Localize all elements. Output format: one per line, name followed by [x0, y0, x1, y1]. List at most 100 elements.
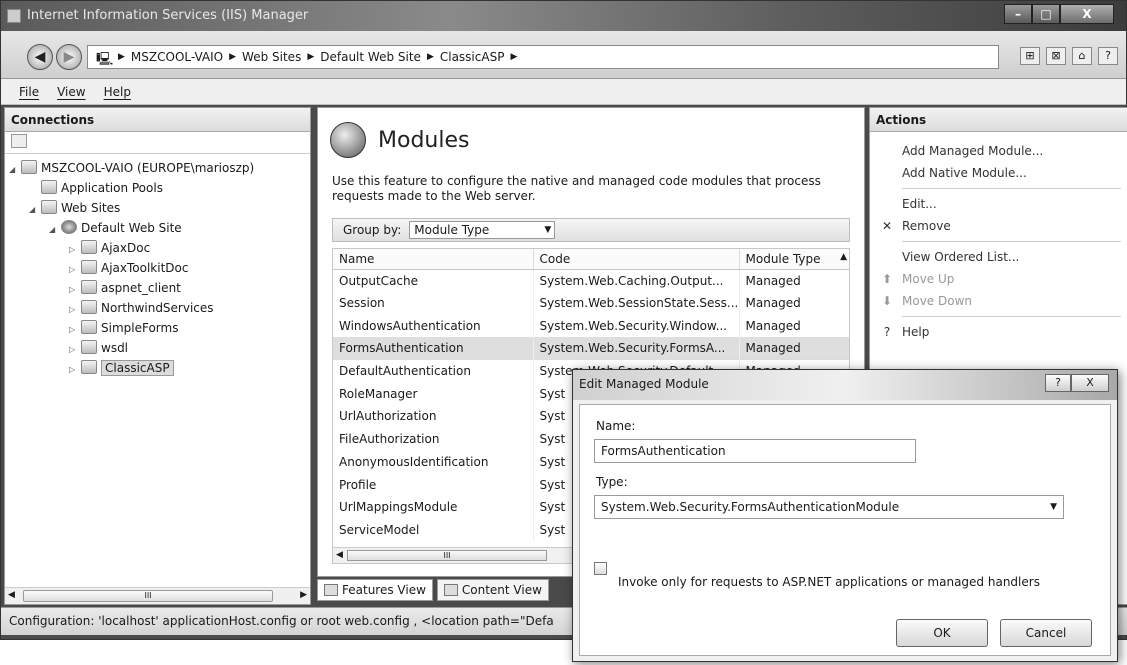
connections-tree: ◢ MSZCOOL-VAIO (EUROPE\marioszp) Applicati…: [5, 154, 310, 378]
home-icon[interactable]: ⌂: [1072, 47, 1092, 65]
scroll-thumb[interactable]: III: [23, 590, 273, 602]
tree-node[interactable]: ▷ ClassicASP: [5, 358, 310, 378]
action-icon: ?: [883, 325, 891, 339]
node-icon: [81, 240, 97, 254]
tree-node[interactable]: ▷ AjaxDoc: [5, 238, 310, 258]
connections-header: Connections: [5, 108, 310, 132]
invoke-managed-only-label[interactable]: Invoke only for requests to ASP.NET appl…: [618, 575, 1040, 589]
action-item[interactable]: Add Native Module...: [870, 162, 1127, 184]
dialog-close-button[interactable]: X: [1071, 374, 1109, 392]
action-icon: ✕: [881, 219, 893, 233]
group-by-select[interactable]: Module Type ▼: [409, 221, 556, 239]
table-cell: Managed: [739, 337, 849, 360]
action-item[interactable]: Add Managed Module...: [870, 140, 1127, 162]
tree-node[interactable]: ◢ MSZCOOL-VAIO (EUROPE\marioszp): [5, 158, 310, 178]
action-label: Edit...: [902, 197, 937, 211]
tree-node-label: NorthwindServices: [101, 301, 214, 315]
help-icon[interactable]: ?: [1098, 47, 1118, 65]
breadcrumb-classicasp[interactable]: ClassicASP: [440, 50, 505, 64]
tree-node[interactable]: ◢ Default Web Site: [5, 218, 310, 238]
ok-button[interactable]: OK: [896, 619, 988, 647]
tree-node[interactable]: ▷ NorthwindServices: [5, 298, 310, 318]
expander-icon[interactable]: ▷: [69, 240, 81, 260]
tree-node[interactable]: ▷ AjaxToolkitDoc: [5, 258, 310, 278]
menu-help[interactable]: Help: [104, 85, 131, 99]
table-row[interactable]: FormsAuthentication System.Web.Security.F…: [333, 337, 849, 360]
tree-node[interactable]: Application Pools: [5, 178, 310, 198]
action-label: Add Native Module...: [902, 166, 1027, 180]
tree-node[interactable]: ▷ wsdl: [5, 338, 310, 358]
name-field[interactable]: FormsAuthentication: [594, 439, 916, 463]
node-icon: [81, 300, 97, 314]
table-row[interactable]: OutputCache System.Web.Caching.Output... M…: [333, 269, 849, 292]
dialog-help-button[interactable]: ?: [1045, 374, 1071, 392]
tree-node[interactable]: ◢ Web Sites: [5, 198, 310, 218]
node-icon: [41, 200, 57, 214]
cancel-button[interactable]: Cancel: [1000, 619, 1092, 647]
window-title: Internet Information Services (IIS) Mana…: [27, 8, 309, 23]
forward-button[interactable]: ▶: [56, 44, 82, 70]
table-cell: FileAuthorization: [333, 427, 534, 451]
connections-hscroll[interactable]: ◀ III ▶: [5, 587, 310, 604]
tree-node-label: Web Sites: [61, 201, 121, 215]
expander-icon[interactable]: ▷: [69, 320, 81, 340]
invoke-managed-only-checkbox[interactable]: [594, 562, 607, 575]
table-cell: UrlAuthorization: [333, 405, 534, 428]
back-button[interactable]: ◀: [27, 44, 53, 70]
maximize-button[interactable]: □: [1032, 4, 1060, 24]
table-cell: DefaultAuthentication: [333, 359, 534, 383]
table-cell: System.Web.SessionState.Sess...: [533, 291, 740, 315]
modules-description: Use this feature to configure the native…: [332, 174, 821, 203]
tree-node[interactable]: ▷ SimpleForms: [5, 318, 310, 338]
grid-scroll-thumb[interactable]: III: [347, 550, 547, 561]
table-cell: RoleManager: [333, 382, 534, 406]
action-item[interactable]: ✕ Remove: [870, 215, 1127, 237]
breadcrumb-server[interactable]: MSZCOOL-VAIO: [131, 50, 223, 64]
column-header-code[interactable]: Code: [533, 249, 740, 270]
action-item[interactable]: View Ordered List...: [870, 246, 1127, 268]
column-header-name[interactable]: Name: [333, 249, 534, 270]
minimize-button[interactable]: –: [1004, 4, 1032, 24]
modules-icon: [330, 122, 366, 158]
tab-content-view[interactable]: Content View: [436, 579, 549, 601]
breadcrumb-web-sites[interactable]: Web Sites: [242, 50, 301, 64]
node-icon: [81, 320, 97, 334]
node-icon: [21, 160, 37, 174]
action-item[interactable]: ? Help: [870, 321, 1127, 343]
table-cell: AnonymousIdentification: [333, 450, 534, 474]
connect-icon[interactable]: [11, 134, 27, 148]
expander-icon[interactable]: ▷: [69, 340, 81, 360]
menu-file[interactable]: File: [19, 85, 39, 99]
table-row[interactable]: WindowsAuthentication System.Web.Security…: [333, 314, 849, 338]
expander-icon[interactable]: ▷: [69, 260, 81, 280]
table-row[interactable]: Session System.Web.SessionState.Sess... Ma…: [333, 291, 849, 315]
action-label: Remove: [902, 219, 951, 233]
expander-icon[interactable]: ◢: [49, 220, 61, 240]
expander-icon[interactable]: ▷: [69, 280, 81, 300]
title-bar: Internet Information Services (IIS) Mana…: [1, 1, 1126, 31]
expander-icon[interactable]: ◢: [29, 200, 41, 220]
expander-icon[interactable]: ◢: [9, 160, 21, 180]
view-icon[interactable]: ⊞: [1020, 47, 1040, 65]
action-item[interactable]: Edit...: [870, 193, 1127, 215]
expander-icon[interactable]: ▷: [69, 360, 81, 380]
iis-app-icon: [7, 9, 21, 23]
table-cell: System.Web.Caching.Output...: [533, 269, 740, 292]
breadcrumb-default-web-site[interactable]: Default Web Site: [320, 50, 421, 64]
tab-features-view[interactable]: Features View: [317, 579, 433, 601]
features-view-icon: [324, 584, 338, 596]
tree-node-label: AjaxToolkitDoc: [101, 261, 189, 275]
address-bar[interactable]: 🖳 ▶ MSZCOOL-VAIO ▶ Web Sites ▶ Default W…: [87, 45, 999, 69]
tree-node[interactable]: ▷ aspnet_client: [5, 278, 310, 298]
tree-node-label: SimpleForms: [101, 321, 179, 335]
scroll-up-icon[interactable]: ▲: [840, 252, 847, 262]
server-icon: 🖳: [96, 52, 114, 67]
table-cell: Managed: [739, 291, 849, 315]
dialog-title-bar: Edit Managed Module ? X: [573, 370, 1117, 400]
column-header-module-type[interactable]: Module Type: [739, 249, 849, 270]
stop-icon[interactable]: ⊠: [1046, 47, 1066, 65]
type-select[interactable]: System.Web.Security.FormsAuthenticationM…: [594, 495, 1064, 519]
menu-view[interactable]: View: [57, 85, 85, 99]
expander-icon[interactable]: ▷: [69, 300, 81, 320]
close-button[interactable]: X: [1060, 4, 1114, 24]
